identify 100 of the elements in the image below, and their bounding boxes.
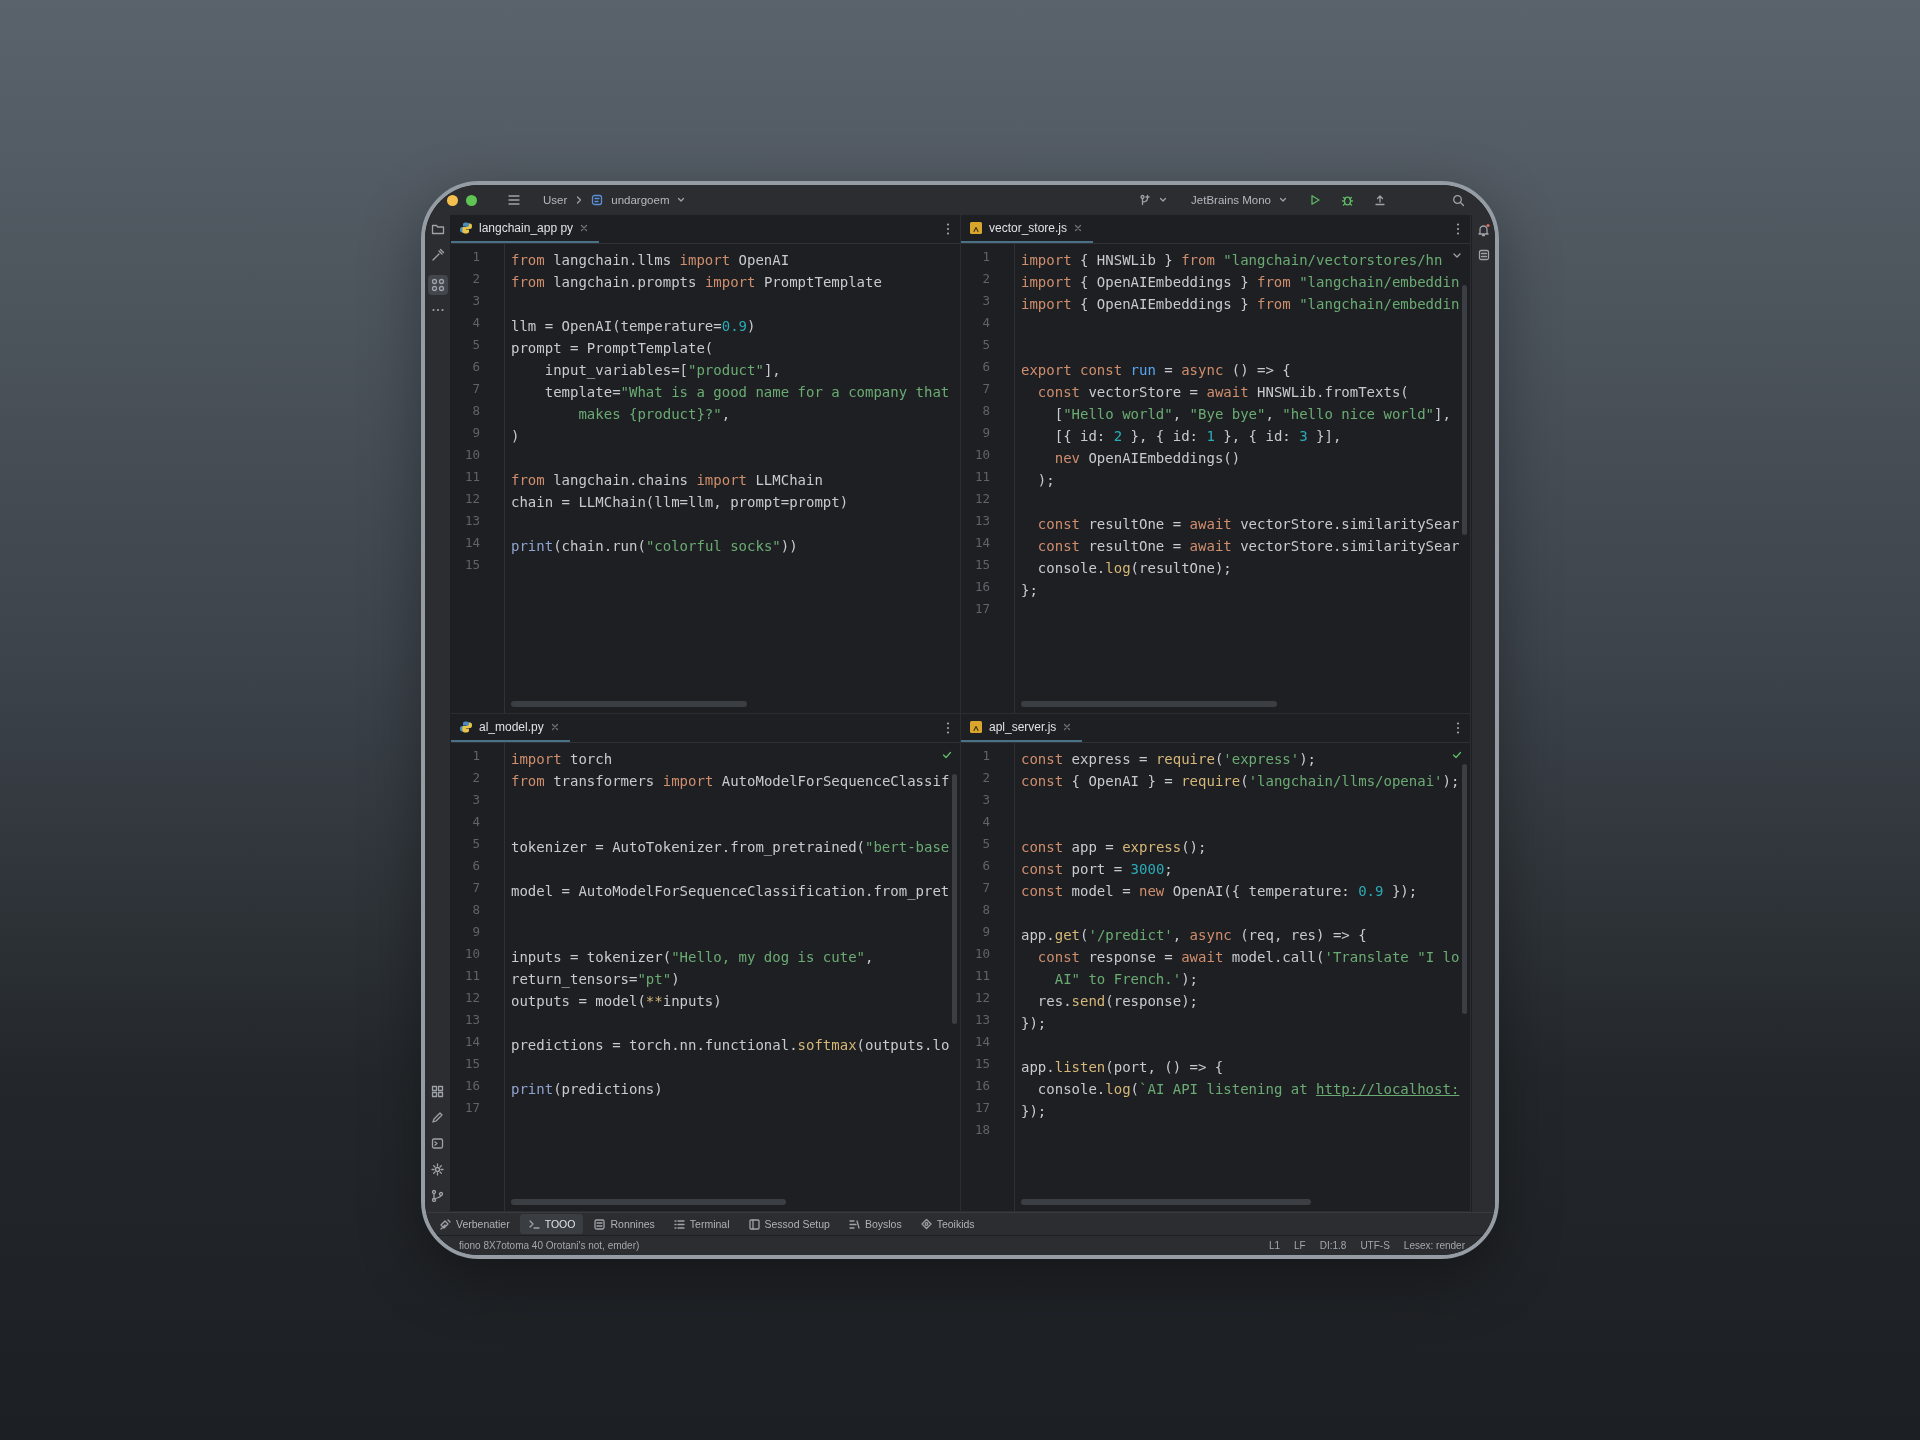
horizontal-scrollbar[interactable] [1021, 700, 1277, 707]
maximize-button[interactable] [466, 194, 477, 206]
menu-icon[interactable] [507, 194, 521, 206]
line-number: 2 [982, 769, 990, 785]
editor-tab[interactable]: al_model.py [451, 713, 570, 742]
more-icon[interactable] [946, 720, 950, 735]
code-line: print(chain.run("colorful socks")) [511, 537, 798, 556]
tool-icon [593, 1217, 607, 1231]
line-number: 17 [464, 1099, 480, 1115]
line-number: 18 [974, 1121, 990, 1137]
line-number: 6 [982, 857, 990, 873]
code-line: inputs = tokenizer("Hello, my dog is cute", [511, 947, 874, 967]
code-line: from langchain.llms import OpenAI [511, 251, 790, 270]
chevron-icon[interactable] [1452, 252, 1462, 260]
branch-icon[interactable] [431, 1189, 444, 1202]
line-number: 6 [982, 359, 990, 374]
code-line: const model = new OpenAI({ temperature: 0.9 }); [1021, 881, 1418, 901]
vertical-scrollbar[interactable] [952, 773, 957, 1024]
line-number: 1 [982, 747, 990, 763]
code-line: tokenizer = AutoTokenizer.from_pretrained("bert-base [511, 837, 950, 858]
tool-window-tab[interactable]: Terminal [664, 1214, 738, 1234]
upload-icon[interactable] [1374, 194, 1386, 206]
status-item[interactable]: DI:1.8 [1319, 1240, 1347, 1251]
code-line: const response = await model.call('Translate "I lo [1036, 947, 1460, 967]
tool-window-tab[interactable]: Sessod Setup [739, 1214, 838, 1234]
status-item[interactable]: LF [1294, 1240, 1306, 1251]
code-line: }; [1021, 581, 1038, 600]
code-line: console.log(resultOne); [1036, 559, 1232, 578]
vertical-scrollbar[interactable] [1462, 285, 1467, 535]
project-selector[interactable]: undargoem [611, 194, 670, 206]
line-number: 5 [982, 835, 990, 851]
line-number: 8 [982, 403, 990, 418]
wrench-icon[interactable] [430, 248, 445, 262]
code-line: const express = require('express'); [1021, 749, 1317, 769]
line-number: 5 [982, 337, 990, 352]
more-icon[interactable] [430, 308, 445, 312]
more-icon[interactable] [1456, 720, 1460, 735]
line-number: 7 [982, 879, 990, 895]
line-number: 16 [464, 1077, 480, 1093]
line-number: 7 [472, 879, 480, 895]
caret-icon[interactable] [677, 197, 686, 203]
line-number: 9 [472, 923, 480, 939]
tool-window-tab[interactable]: Teoikids [911, 1214, 983, 1234]
structure-icon[interactable] [427, 275, 448, 295]
bell-icon[interactable] [1477, 223, 1490, 237]
line-number: 12 [974, 491, 990, 506]
tool-window-tab[interactable]: Boyslos [839, 1214, 910, 1234]
editor-tab[interactable]: vector_store.js [961, 215, 1094, 243]
editor-tab[interactable]: apl_server.js [961, 713, 1083, 742]
breadcrumb-item[interactable]: User [543, 194, 568, 206]
gear-icon[interactable] [431, 1163, 444, 1176]
line-number: 8 [472, 403, 480, 418]
line-number: 4 [472, 315, 480, 330]
tool-icon [747, 1217, 761, 1231]
branch-icon[interactable] [1139, 194, 1152, 206]
line-number: 5 [472, 337, 480, 352]
grid-icon[interactable] [431, 1085, 444, 1098]
code-line: const resultOne = await vectorStore.similaritySear [1036, 515, 1460, 534]
code-line: prompt = PromptTemplate( [511, 339, 714, 358]
tool-window-tab[interactable]: TOOO [519, 1214, 584, 1234]
editor-tab[interactable]: langchain_app py [451, 215, 600, 243]
line-number: 10 [464, 447, 480, 462]
code-line: model = AutoModelForSequenceClassification.from_pret [511, 881, 950, 902]
close-icon[interactable] [1062, 721, 1073, 732]
line-number: 6 [472, 857, 480, 873]
close-icon[interactable] [549, 721, 560, 732]
line-number: 16 [974, 579, 990, 594]
line-number: 8 [982, 901, 990, 917]
code-line: const port = 3000; [1021, 859, 1173, 879]
play-icon[interactable] [1309, 194, 1321, 206]
line-number: 12 [464, 491, 480, 506]
caret-icon[interactable] [1159, 197, 1168, 203]
status-item[interactable]: L1 [1268, 1240, 1281, 1251]
minimize-button[interactable] [447, 194, 458, 206]
folder-icon[interactable] [430, 223, 445, 235]
code-line: nev OpenAIEmbeddings() [1053, 449, 1241, 468]
tool-window-tab[interactable]: Verbenatier [431, 1214, 518, 1234]
horizontal-scrollbar[interactable] [511, 1199, 786, 1205]
check-icon [1452, 750, 1462, 759]
more-icon[interactable] [1456, 222, 1460, 236]
more-icon[interactable] [946, 222, 950, 236]
status-item[interactable]: Lesex: render [1403, 1240, 1465, 1251]
code-link[interactable]: http://localhost: [1316, 1080, 1460, 1097]
line-number: 5 [472, 835, 480, 851]
line-number: 15 [974, 1055, 990, 1071]
horizontal-scrollbar[interactable] [1021, 1199, 1311, 1205]
status-item[interactable]: UTF-S [1360, 1240, 1390, 1251]
terminal-icon[interactable] [431, 1137, 444, 1150]
font-selector[interactable]: JetBrains Mono [1191, 194, 1271, 206]
database-icon[interactable] [1477, 249, 1490, 261]
close-icon[interactable] [1073, 223, 1084, 233]
close-icon[interactable] [579, 223, 590, 233]
line-number: 11 [974, 967, 990, 983]
caret-icon[interactable] [1279, 197, 1287, 203]
search-icon[interactable] [1452, 193, 1465, 207]
code-line: predictions = torch.nn.functional.softmax(outputs.lo [511, 1035, 950, 1055]
tool-window-tab[interactable]: Ronnines [585, 1214, 663, 1234]
horizontal-scrollbar[interactable] [511, 700, 747, 707]
vertical-scrollbar[interactable] [1462, 763, 1467, 1014]
pencil-icon[interactable] [431, 1111, 444, 1124]
